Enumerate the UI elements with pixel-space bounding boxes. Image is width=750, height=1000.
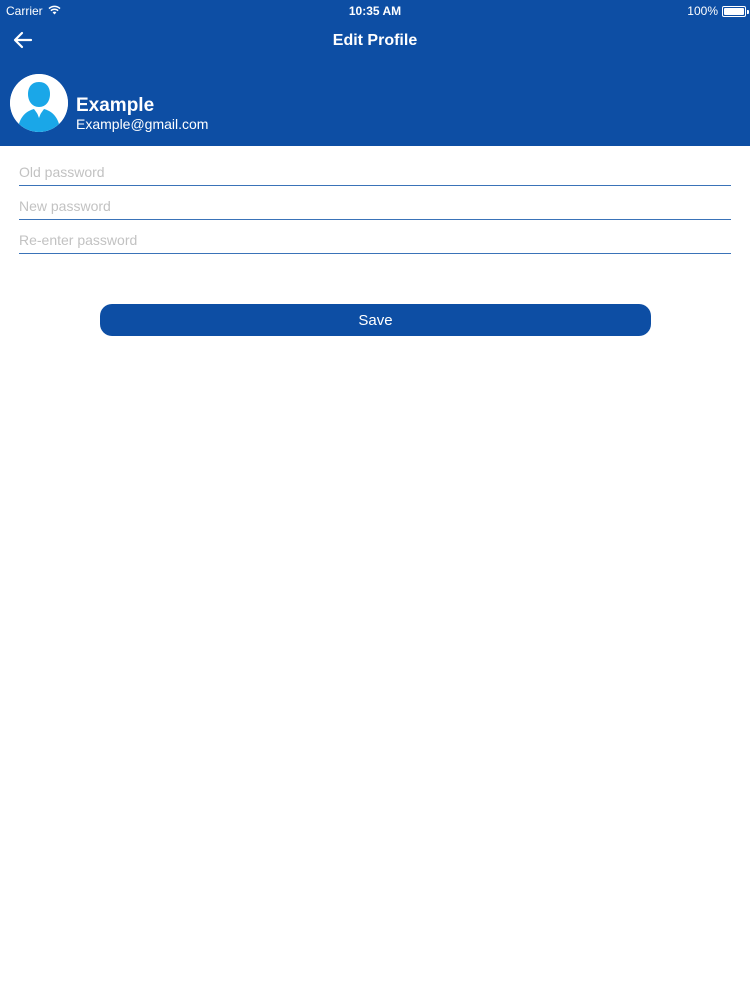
clock: 10:35 AM (348, 4, 402, 18)
battery-indicator: 100% (687, 4, 749, 18)
new-password-field (19, 186, 731, 220)
profile-header: Carrier 10:35 AM 100% Edit Profile Examp… (0, 0, 750, 146)
profile-email: Example@gmail.com (76, 116, 209, 132)
page-title: Edit Profile (332, 32, 418, 49)
old-password-input[interactable] (19, 160, 731, 184)
new-password-input[interactable] (19, 194, 731, 218)
battery-icon (722, 5, 749, 17)
avatar[interactable] (10, 74, 68, 132)
save-button[interactable]: Save (100, 304, 651, 336)
user-avatar-icon (10, 74, 68, 132)
password-form (19, 152, 731, 254)
confirm-password-input[interactable] (19, 228, 731, 252)
old-password-field (19, 152, 731, 186)
status-bar: Carrier 10:35 AM 100% (0, 0, 750, 22)
battery-percent: 100% (687, 4, 718, 18)
field-underline (19, 253, 731, 254)
profile-name: Example (76, 95, 155, 116)
confirm-password-field (19, 220, 731, 254)
